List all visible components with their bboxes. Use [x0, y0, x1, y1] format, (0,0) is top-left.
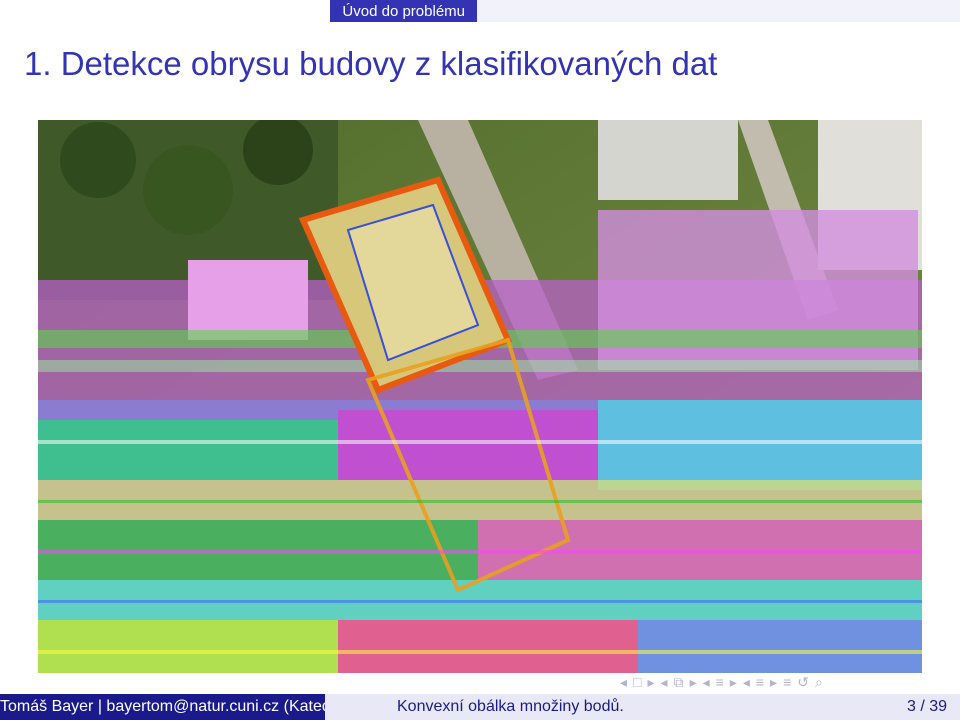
aerial-image-figure — [38, 120, 922, 673]
doc-next-icon[interactable]: ▸ — [770, 674, 777, 690]
footer-title: Konvexní obálka množiny bodů. — [397, 698, 624, 715]
subsection-next-icon[interactable]: ▸ — [690, 674, 697, 690]
doc-icon-2[interactable]: ≡ — [783, 674, 791, 690]
page-number: 3 / 39 — [906, 698, 947, 715]
footer: Tomáš Bayer | bayertom@natur.cuni.cz (Ka… — [0, 694, 960, 720]
section-icon[interactable]: ≡ — [716, 674, 724, 690]
frame-icon[interactable]: □ — [633, 674, 641, 690]
section-prev-icon[interactable]: ◂ — [703, 674, 710, 690]
search-icon[interactable]: ⌕ — [815, 674, 823, 690]
frame-next-icon[interactable]: ▸ — [648, 674, 655, 690]
back-icon[interactable]: ↺ — [797, 674, 809, 690]
aerial-image — [38, 120, 922, 673]
frame-prev-icon[interactable]: ◂ — [620, 674, 627, 690]
footer-author-text: Tomáš Bayer | bayertom@natur.cuni.cz (Ka… — [0, 698, 325, 715]
footer-info: Konvexní obálka množiny bodů. 3 / 39 — [325, 694, 960, 720]
section-tab[interactable]: Úvod do problému — [330, 0, 477, 22]
navigation-bar: ◂ □ ▸ ◂ ⧉ ▸ ◂ ≡ ▸ ◂ ≡ ▸ ≡ ↺ ⌕ — [620, 674, 950, 690]
subsection-icon[interactable]: ⧉ — [674, 674, 684, 690]
header-bar-background — [477, 0, 960, 22]
subsection-prev-icon[interactable]: ◂ — [661, 674, 668, 690]
frame-title: 1. Detekce obrysu budovy z klasifikovaný… — [24, 45, 718, 82]
doc-icon[interactable]: ≡ — [756, 674, 764, 690]
doc-prev-icon[interactable]: ◂ — [743, 674, 750, 690]
section-next-icon[interactable]: ▸ — [730, 674, 737, 690]
footer-author: Tomáš Bayer | bayertom@natur.cuni.cz (Ka… — [0, 694, 325, 720]
